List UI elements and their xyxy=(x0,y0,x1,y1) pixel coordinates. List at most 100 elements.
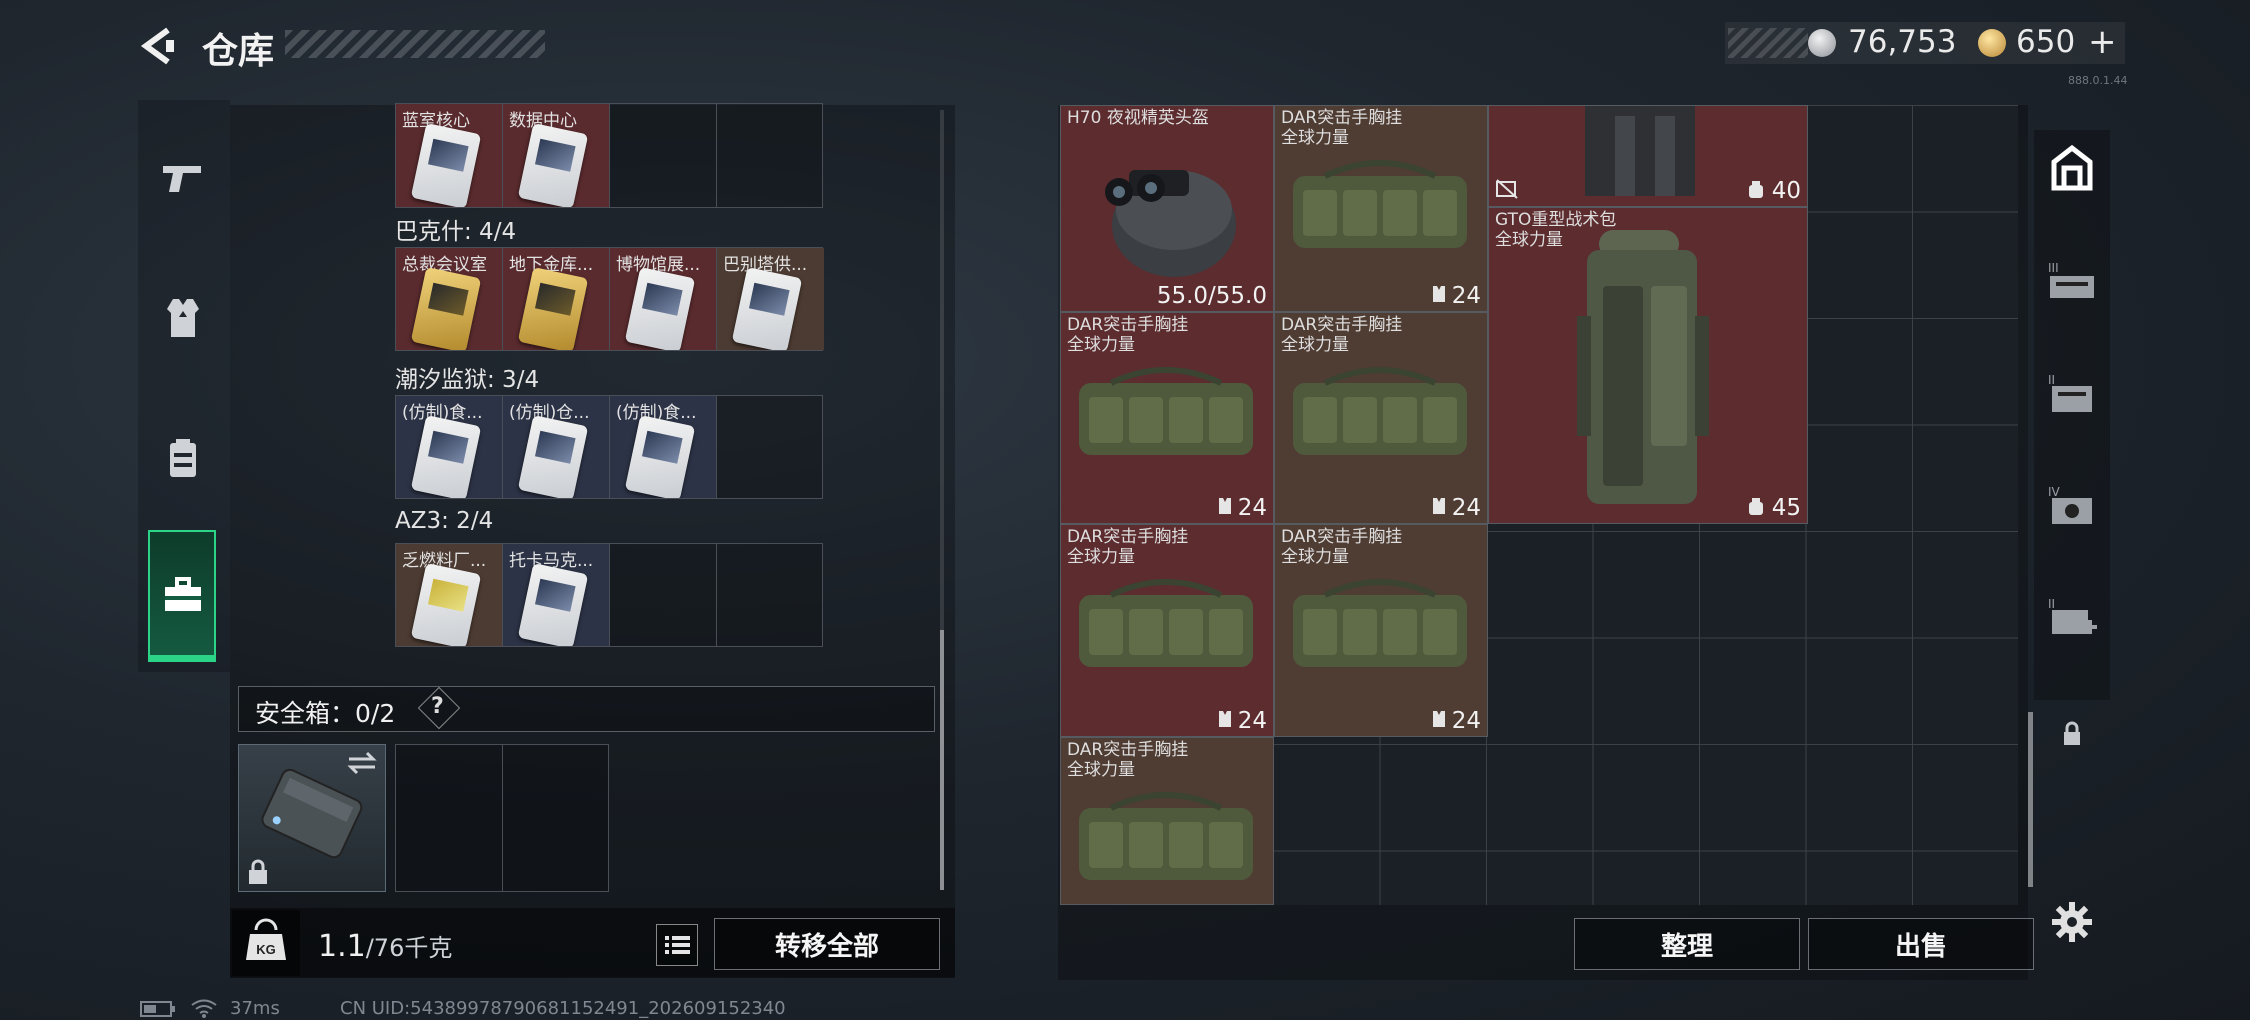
keycard-icon xyxy=(517,123,589,207)
heavy-backpack-icon xyxy=(1577,230,1709,504)
list-icon xyxy=(665,936,690,954)
chest-rig-icon xyxy=(1079,792,1253,880)
key-slot[interactable]: (仿制)仓... xyxy=(503,396,610,498)
item-name: DAR突击手胸挂 xyxy=(1281,527,1403,547)
key-slot-empty[interactable] xyxy=(610,544,717,646)
stash-item-chest-rig[interactable]: DAR突击手胸挂 全球力量 24 xyxy=(1274,312,1488,524)
item-capacity: 24 xyxy=(1451,495,1481,521)
keycard-icon xyxy=(410,267,482,350)
safebox-container-slot[interactable] xyxy=(238,744,386,892)
item-name: DAR突击手胸挂 xyxy=(1067,740,1189,760)
svg-text:IV: IV xyxy=(2048,485,2061,499)
key-slot-empty[interactable] xyxy=(717,396,824,498)
toolbox-icon xyxy=(165,577,201,611)
left-scrollbar-thumb[interactable] xyxy=(940,630,944,890)
key-name: (仿制)食... xyxy=(402,403,483,423)
bag-capacity-icon xyxy=(1749,498,1763,515)
key-name: 托卡马克... xyxy=(509,551,594,571)
key-name: 巴别塔供... xyxy=(723,255,808,275)
item-capacity: 40 xyxy=(1771,178,1801,204)
currency-gold-value: 650 xyxy=(2016,24,2076,60)
key-slot-empty[interactable] xyxy=(717,544,824,646)
stash-item-helmet[interactable]: H70 夜视精英头盔 55.0/55.0 xyxy=(1060,105,1274,312)
gear-icon xyxy=(2052,902,2092,942)
tier2-medical-icon: II xyxy=(2048,597,2097,634)
stash-item-backpack-top[interactable]: 40 xyxy=(1488,105,1808,207)
back-arrow-icon[interactable] xyxy=(138,26,178,66)
stash-item-chest-rig[interactable]: DAR突击手胸挂 全球力量 24 xyxy=(1060,312,1274,524)
item-name: DAR突击手胸挂 xyxy=(1281,315,1403,335)
key-slot[interactable]: (仿制)食... xyxy=(610,396,717,498)
stash-item-chest-rig[interactable]: DAR突击手胸挂 全球力量 24 xyxy=(1274,105,1488,312)
item-capacity: 24 xyxy=(1237,708,1267,734)
sort-button[interactable]: 整理 xyxy=(1574,918,1800,970)
stash-page-tab-main[interactable] xyxy=(2034,134,2110,202)
vest-capacity-icon xyxy=(1433,711,1445,727)
stash-scrollbar[interactable] xyxy=(2028,712,2033,887)
key-grid-row-1: 总裁会议室 地下金库... 博物馆展... 巴别塔供... xyxy=(395,247,824,351)
battery-icon xyxy=(140,1001,175,1017)
keycard-icon xyxy=(517,563,589,646)
keycard-icon xyxy=(410,415,482,498)
swap-icon[interactable] xyxy=(347,751,377,775)
stash-icon xyxy=(2051,144,2093,191)
key-slot[interactable]: 蓝室核心 xyxy=(396,104,503,207)
item-brand: 全球力量 xyxy=(1281,547,1349,567)
item-brand: 全球力量 xyxy=(1067,547,1135,567)
key-slot-empty[interactable] xyxy=(610,104,717,207)
chest-rig-icon xyxy=(1079,367,1253,455)
key-grid-row-0: 蓝室核心 数据中心 xyxy=(395,103,823,208)
safebox-label: 安全箱：0/2 xyxy=(255,699,396,728)
safebox-slots[interactable] xyxy=(395,744,609,892)
item-brand: 全球力量 xyxy=(1281,128,1349,148)
keycard-icon xyxy=(410,563,482,646)
key-slot[interactable]: 乏燃料厂... xyxy=(396,544,503,646)
sell-button[interactable]: 出售 xyxy=(1808,918,2034,970)
weapon-tab[interactable] xyxy=(150,145,216,211)
key-group-title: 巴克什: 4/4 xyxy=(395,219,517,245)
armor-vest-icon xyxy=(167,299,199,337)
stash-item-chest-rig[interactable]: DAR突击手胸挂 全球力量 24 xyxy=(1274,524,1488,737)
pistol-icon xyxy=(163,166,201,192)
weight-value: 1.1 xyxy=(318,929,366,964)
item-name: DAR突击手胸挂 xyxy=(1067,315,1189,335)
stash-item-chest-rig[interactable]: DAR突击手胸挂 全球力量 24 xyxy=(1060,524,1274,737)
add-currency-button[interactable]: + xyxy=(2088,22,2117,62)
no-insure-icon xyxy=(1496,179,1518,199)
list-view-button[interactable] xyxy=(656,924,698,966)
key-slot[interactable]: 总裁会议室 xyxy=(396,248,503,350)
key-group-title: AZ3: 2/4 xyxy=(395,508,494,534)
title-decoration xyxy=(285,30,545,58)
item-capacity: 24 xyxy=(1451,283,1481,309)
stash-page-tab-4[interactable]: IV xyxy=(2034,470,2110,538)
chest-rig-icon xyxy=(1293,579,1467,667)
key-slot-empty[interactable] xyxy=(717,104,824,207)
vest-capacity-icon xyxy=(1219,498,1231,514)
key-slot[interactable]: 博物馆展... xyxy=(610,248,717,350)
item-brand: 全球力量 xyxy=(1067,335,1135,355)
stash-item-chest-rig[interactable]: DAR突击手胸挂 全球力量 xyxy=(1060,737,1274,905)
item-capacity: 24 xyxy=(1237,495,1267,521)
key-slot[interactable]: 数据中心 xyxy=(503,104,610,207)
stash-page-tab-2[interactable]: II xyxy=(2034,358,2110,426)
armor-tab[interactable] xyxy=(150,285,216,351)
transfer-all-button[interactable]: 转移全部 xyxy=(714,918,940,970)
vest-capacity-icon xyxy=(1219,711,1231,727)
weight-readout: 1.1/76千克 xyxy=(318,928,452,964)
key-slot[interactable]: (仿制)食... xyxy=(396,396,503,498)
backpack-tab[interactable] xyxy=(150,425,216,491)
key-slot[interactable]: 托卡马克... xyxy=(503,544,610,646)
settings-button[interactable] xyxy=(2050,900,2094,944)
gold-coin-icon xyxy=(1978,29,2006,57)
item-name: H70 夜视精英头盔 xyxy=(1067,108,1209,128)
stash-page-tab-medical[interactable]: II xyxy=(2034,582,2110,650)
keycard-tab-icon-wrap xyxy=(150,562,216,628)
stash-page-tab-3[interactable]: III xyxy=(2034,246,2110,314)
lock-icon xyxy=(249,859,267,884)
key-name: 地下金库... xyxy=(509,255,594,275)
stash-item-heavy-backpack[interactable]: GTO重型战术包 全球力量 45 xyxy=(1488,207,1808,524)
stash-page-tab-locked[interactable] xyxy=(2034,700,2110,768)
key-slot[interactable]: 地下金库... xyxy=(503,248,610,350)
key-slot[interactable]: 巴别塔供... xyxy=(717,248,824,350)
item-brand: 全球力量 xyxy=(1495,230,1563,250)
